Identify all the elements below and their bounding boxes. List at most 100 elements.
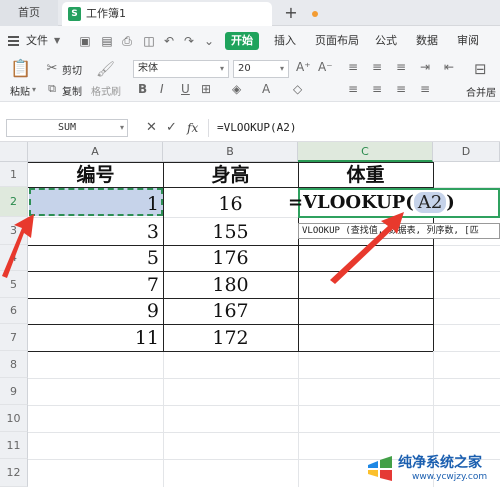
new-tab-button[interactable]: + [280,2,302,24]
cell-b4[interactable]: 176 [163,245,298,272]
preview-icon[interactable]: ◫ [142,34,156,48]
undo-icon[interactable]: ↶ [162,34,176,48]
format-painter-icon[interactable]: 🖌 [96,60,115,78]
hamburger-menu-icon[interactable] [8,36,19,46]
watermark-url: www.ycwjzy.com [412,472,488,482]
menu-start-button[interactable]: 开始 [225,32,259,50]
border-icon[interactable]: ⊞ [201,82,211,96]
name-box[interactable]: SUM [6,119,128,137]
more-chevron-icon[interactable]: ⌄ [202,34,216,48]
row-header-4[interactable]: 4 [0,245,28,271]
cell-a6[interactable]: 9 [28,298,163,325]
font-size-chevron-icon[interactable]: ▾ [280,64,284,73]
align-middle-icon[interactable]: ≡ [372,60,382,74]
tab-document[interactable]: S 工作簿1 [62,2,318,26]
windows-logo-icon [368,456,392,481]
row-header-3[interactable]: 3 [0,217,28,245]
column-header-a[interactable]: A [28,142,163,162]
row-header-1[interactable]: 1 [0,162,28,187]
menu-bar: 文件 ▼ ▣ ▤ ⎙ ◫ ↶ ↷ ⌄ 开始 插入 页面布局 公式 数据 审阅 [0,26,500,56]
column-header-c[interactable]: C [298,142,433,162]
cell-a7[interactable]: 11 [28,324,163,352]
cell-a4[interactable]: 5 [28,245,163,272]
justify-icon[interactable]: ≡ [420,82,430,96]
row-header-2[interactable]: 2 [0,187,28,217]
align-top-icon[interactable]: ≡ [348,60,358,74]
align-bottom-icon[interactable]: ≡ [396,60,406,74]
row-header-5[interactable]: 5 [0,271,28,298]
menu-page-layout[interactable]: 页面布局 [315,26,359,56]
paste-chevron-icon[interactable]: ▾ [32,85,36,94]
formula-reference-a2[interactable]: A2 [413,192,447,213]
cell-b6[interactable]: 167 [163,298,298,325]
formula-input[interactable]: =VLOOKUP(A2) [208,119,500,137]
decrease-font-icon[interactable]: A⁻ [318,60,333,74]
cell-b5[interactable]: 180 [163,271,298,299]
cell-a5[interactable]: 7 [28,271,163,299]
bold-icon[interactable]: B [138,82,147,96]
grid-line [28,432,500,433]
chevron-down-icon[interactable]: ▼ [54,26,60,56]
export-icon[interactable]: ▤ [100,34,114,48]
ribbon-toolbar: 📋 粘贴 ▾ ✂ 剪切 ⧉ 复制 🖌 格式刷 宋体 ▾ 20 ▾ A⁺ A⁻ B… [0,56,500,102]
copy-button[interactable]: 复制 [62,83,82,98]
row-header-6[interactable]: 6 [0,298,28,324]
underline-icon[interactable]: U [181,82,190,96]
merge-cells-icon[interactable]: ⊟ [474,60,487,78]
header-cell-id[interactable]: 编号 [28,162,163,189]
font-name-select[interactable]: 宋体 [133,60,229,78]
print-icon[interactable]: ⎙ [120,34,134,48]
formula-prefix: =VLOOKUP( [288,192,414,213]
menu-formula[interactable]: 公式 [375,26,397,56]
italic-icon[interactable]: I [160,82,164,96]
menu-review[interactable]: 审阅 [457,26,479,56]
site-watermark: 纯净系统之家 www.ycwjzy.com [360,448,500,487]
row-header-12[interactable]: 12 [0,459,28,487]
format-painter-button[interactable]: 格式刷 [91,83,121,98]
align-left-icon[interactable]: ≡ [348,82,358,96]
row-header-7[interactable]: 7 [0,324,28,351]
insert-function-button[interactable]: fx [187,119,198,137]
cell-a3[interactable]: 3 [28,218,163,246]
name-box-chevron-icon[interactable]: ▾ [120,123,124,132]
outdent-icon[interactable]: ⇤ [444,60,454,74]
row-header-8[interactable]: 8 [0,351,28,378]
merge-center-button[interactable]: 合并居 [466,84,496,99]
watermark-title: 纯净系统之家 [398,455,482,471]
row-header-9[interactable]: 9 [0,378,28,405]
font-color-icon[interactable]: A [262,82,270,96]
column-header-b[interactable]: B [163,142,298,162]
menu-file[interactable]: 文件 [26,26,48,56]
paste-icon[interactable]: 📋 [10,59,31,79]
align-center-icon[interactable]: ≡ [372,82,382,96]
header-cell-weight[interactable]: 体重 [298,162,433,189]
menu-data[interactable]: 数据 [416,26,438,56]
select-all-corner[interactable] [0,142,28,162]
tab-home[interactable]: 首页 [0,0,58,26]
cell-c2-formula[interactable]: =VLOOKUP(A2) [288,189,455,217]
redo-icon[interactable]: ↷ [182,34,196,48]
row-header-10[interactable]: 10 [0,405,28,432]
align-right-icon[interactable]: ≡ [396,82,406,96]
column-header-d[interactable]: D [433,142,500,162]
menu-insert[interactable]: 插入 [274,26,296,56]
paste-label[interactable]: 粘贴 [10,83,30,98]
clear-format-icon[interactable]: ◇ [293,82,302,96]
cell-b7[interactable]: 172 [163,324,298,352]
font-name-chevron-icon[interactable]: ▾ [220,64,224,73]
cell-a2[interactable]: 1 [28,189,163,219]
cut-button[interactable]: 剪切 [62,62,82,77]
copy-icon[interactable]: ⧉ [45,82,59,96]
cancel-formula-icon[interactable]: ✕ [146,119,157,137]
cell-b3[interactable]: 155 [163,218,298,246]
save-icon[interactable]: ▣ [78,34,92,48]
indent-icon[interactable]: ⇥ [420,60,430,74]
confirm-formula-icon[interactable]: ✓ [166,119,177,137]
fill-color-icon[interactable]: ◈ [232,82,241,96]
row-header-11[interactable]: 11 [0,432,28,459]
cell-b2[interactable]: 16 [163,189,298,219]
increase-font-icon[interactable]: A⁺ [296,60,311,74]
cut-icon[interactable]: ✂ [45,61,59,76]
header-cell-height[interactable]: 身高 [163,162,298,189]
formula-suffix: ) [446,192,455,213]
